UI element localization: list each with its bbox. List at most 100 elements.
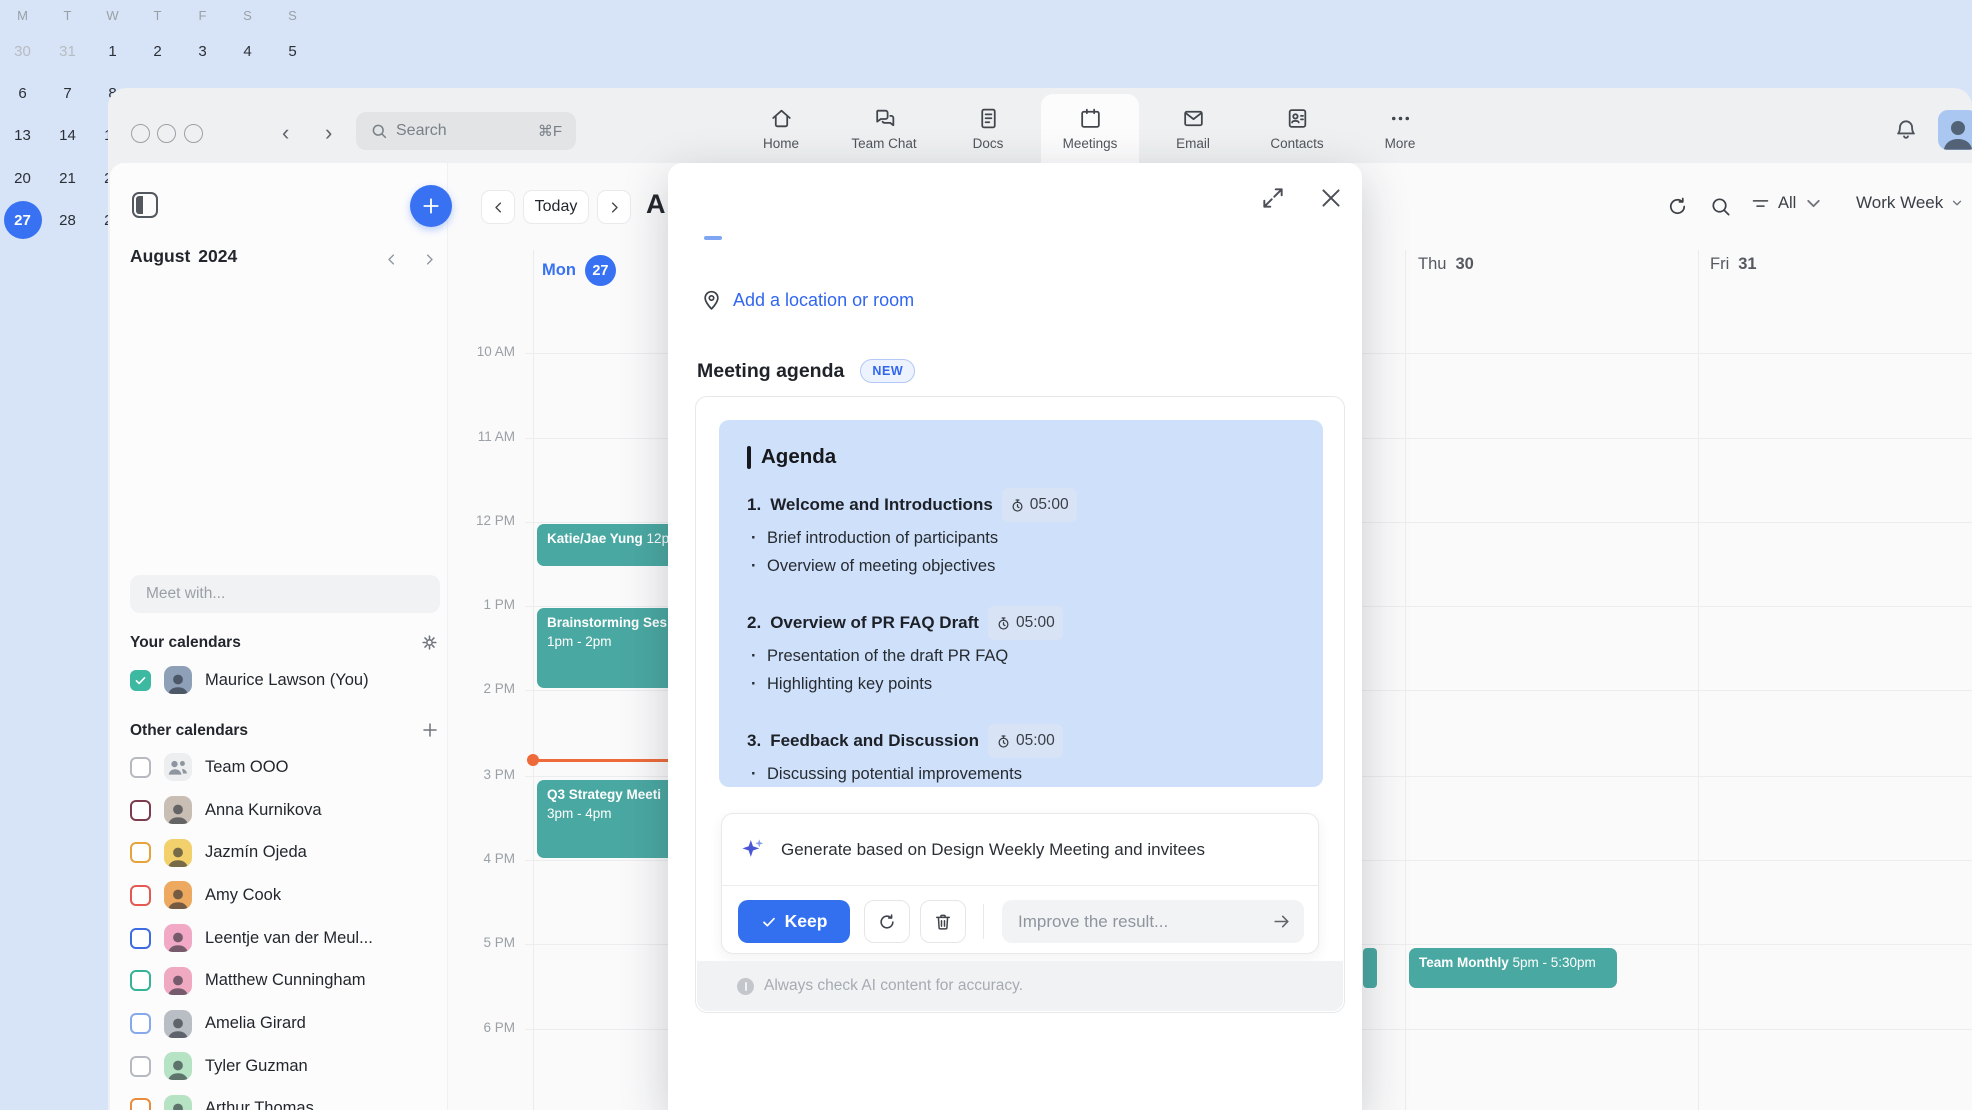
calendar-checkbox[interactable]: [130, 928, 151, 949]
mini-day-30[interactable]: 30: [0, 30, 45, 72]
agenda-editor[interactable]: Agenda 1.Welcome and Introductions05:00B…: [719, 420, 1323, 787]
calendar-checkbox[interactable]: [130, 670, 151, 691]
event-title: Q3 Strategy Meeti: [547, 787, 661, 802]
calendar-row-maurice-lawson-you-[interactable]: Maurice Lawson (You): [130, 659, 442, 702]
calendar-row-jazm-n-ojeda[interactable]: Jazmín Ojeda: [130, 831, 442, 874]
calendar-row-team-ooo[interactable]: Team OOO: [130, 746, 442, 789]
calendar-checkbox[interactable]: [130, 757, 151, 778]
calendar-row-amy-cook[interactable]: Amy Cook: [130, 874, 442, 917]
add-calendar-icon[interactable]: [421, 721, 439, 739]
window-zoom-button[interactable]: [184, 124, 203, 143]
calendar-checkbox[interactable]: [130, 842, 151, 863]
mini-day-1[interactable]: 1: [90, 30, 135, 72]
agenda-item-number: 2.: [747, 608, 761, 638]
global-search[interactable]: Search ⌘F: [356, 112, 576, 150]
calendar-row-arthur-thomas[interactable]: Arthur Thomas: [130, 1088, 442, 1110]
add-location-link[interactable]: Add a location or room: [733, 290, 914, 311]
mini-day-28[interactable]: 28: [45, 199, 90, 241]
mini-day-5[interactable]: 5: [270, 30, 315, 72]
day-header-thu[interactable]: Thu30: [1418, 255, 1474, 274]
meet-with-input[interactable]: [130, 575, 440, 613]
user-avatar[interactable]: [1938, 110, 1972, 150]
improve-input[interactable]: [1002, 900, 1304, 943]
check-icon: [134, 674, 147, 687]
add-location-row[interactable]: Add a location or room: [700, 289, 914, 312]
calendar-checkbox[interactable]: [130, 1056, 151, 1077]
time-label: 1 PM: [445, 597, 515, 612]
gear-icon[interactable]: [420, 633, 439, 652]
prev-week-button[interactable]: [481, 190, 515, 224]
window-close-button[interactable]: [131, 124, 150, 143]
mini-day-21[interactable]: 21: [45, 157, 90, 199]
tab-home[interactable]: Home: [732, 94, 830, 163]
tab-meetings[interactable]: Meetings: [1041, 94, 1139, 163]
tab-label: Meetings: [1063, 136, 1118, 151]
duration-pill[interactable]: 05:00: [1002, 488, 1077, 522]
calendar-checkbox[interactable]: [130, 885, 151, 906]
next-week-button[interactable]: [597, 190, 631, 224]
calendar-checkbox[interactable]: [130, 800, 151, 821]
event-sliver[interactable]: [1363, 948, 1377, 988]
duration-pill[interactable]: 05:00: [988, 724, 1063, 758]
improve-field: [1002, 900, 1304, 943]
calendar-name: Jazmín Ojeda: [205, 843, 307, 862]
day-header-mon[interactable]: Mon27: [542, 255, 616, 286]
filter-control[interactable]: All: [1750, 193, 1824, 214]
calendar-name: Arthur Thomas: [205, 1099, 314, 1110]
window-minimize-button[interactable]: [157, 124, 176, 143]
mini-day-7[interactable]: 7: [45, 72, 90, 114]
toolbar-divider: [983, 904, 984, 939]
tab-email[interactable]: Email: [1144, 94, 1242, 163]
tab-docs[interactable]: Docs: [939, 94, 1037, 163]
mini-day-20[interactable]: 20: [0, 157, 45, 199]
mini-day-31[interactable]: 31: [45, 30, 90, 72]
mini-day-14[interactable]: 14: [45, 115, 90, 157]
notifications-bell-icon[interactable]: [1893, 117, 1919, 143]
trash-icon: [933, 912, 953, 932]
current-time-dot: [527, 754, 539, 766]
tab-more[interactable]: More: [1351, 94, 1449, 163]
agenda-item-title: 2. Overview of PR FAQ Draft 05:00: [747, 606, 1295, 640]
calendar-row-matthew-cunningham[interactable]: Matthew Cunningham: [130, 960, 442, 1003]
calendar-row-anna-kurnikova[interactable]: Anna Kurnikova: [130, 789, 442, 832]
history-forward-button[interactable]: ›: [325, 120, 332, 146]
stopwatch-icon: [996, 616, 1011, 631]
mini-calendar-prev-button[interactable]: [384, 252, 402, 270]
search-events-icon[interactable]: [1709, 195, 1732, 218]
mini-day-4[interactable]: 4: [225, 30, 270, 72]
refresh-icon[interactable]: [1666, 195, 1689, 218]
calendar-checkbox[interactable]: [130, 1098, 151, 1110]
history-back-button[interactable]: ‹: [282, 120, 289, 146]
agenda-item-text: Overview of PR FAQ Draft: [770, 608, 979, 638]
event-team-monthly[interactable]: Team Monthly 5pm - 5:30pm: [1409, 948, 1617, 988]
calendar-row-amelia-girard[interactable]: Amelia Girard: [130, 1002, 442, 1045]
today-button[interactable]: Today: [523, 190, 589, 224]
calendar-checkbox[interactable]: [130, 970, 151, 991]
agenda-item: 2.Overview of PR FAQ Draft05:00Presentat…: [747, 606, 1295, 698]
calendar-row-leentje-van-der-meul-[interactable]: Leentje van der Meul...: [130, 917, 442, 960]
duration-pill[interactable]: 05:00: [988, 606, 1063, 640]
tab-contacts[interactable]: Contacts: [1248, 94, 1346, 163]
submit-arrow-icon[interactable]: [1272, 912, 1291, 931]
regenerate-button[interactable]: [864, 900, 910, 943]
tab-team-chat[interactable]: Team Chat: [835, 94, 933, 163]
expand-modal-icon[interactable]: [1260, 185, 1286, 211]
close-modal-icon[interactable]: [1318, 185, 1344, 211]
mini-day-2[interactable]: 2: [135, 30, 180, 72]
sidebar-collapse-icon[interactable]: [132, 192, 158, 218]
mini-day-13[interactable]: 13: [0, 115, 45, 157]
agenda-bullet: Highlighting key points: [747, 670, 1295, 698]
calendar-row-tyler-guzman[interactable]: Tyler Guzman: [130, 1045, 442, 1088]
new-badge: NEW: [860, 359, 915, 383]
day-header-fri[interactable]: Fri31: [1710, 255, 1757, 274]
keep-button[interactable]: Keep: [738, 900, 850, 943]
duration-value: 05:00: [1016, 726, 1055, 756]
mini-day-3[interactable]: 3: [180, 30, 225, 72]
discard-button[interactable]: [920, 900, 966, 943]
mini-day-6[interactable]: 6: [0, 72, 45, 114]
view-switcher[interactable]: Work Week: [1856, 193, 1964, 213]
mini-calendar-next-button[interactable]: [422, 252, 440, 270]
create-event-button[interactable]: [410, 185, 452, 227]
mini-day-27[interactable]: 27: [0, 199, 45, 241]
calendar-checkbox[interactable]: [130, 1013, 151, 1034]
